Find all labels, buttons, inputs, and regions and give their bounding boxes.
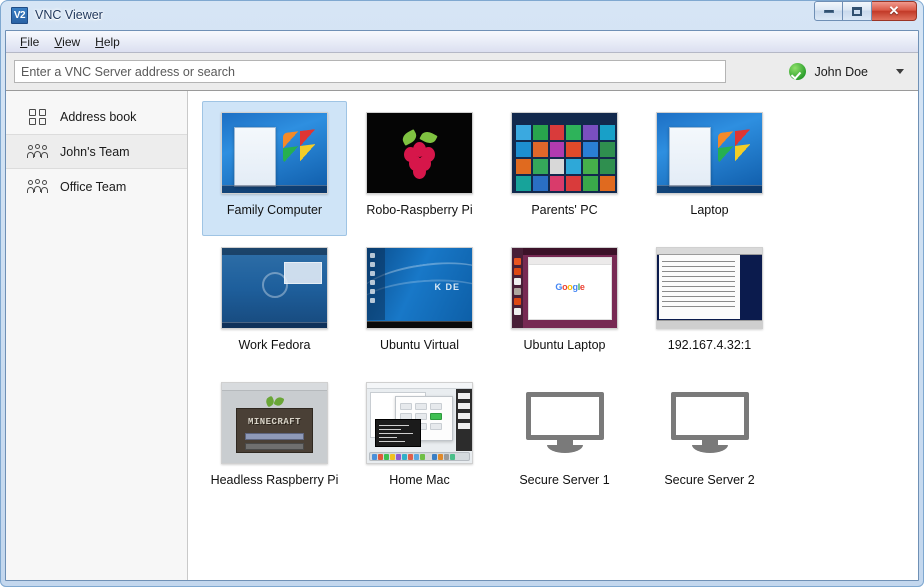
toolbar: John Doe [6, 53, 918, 91]
connection-tile[interactable]: Google Ubuntu Laptop [492, 236, 637, 371]
connection-label: Robo-Raspberry Pi [366, 203, 472, 218]
google-logo: Google [555, 282, 584, 292]
connection-label: Laptop [690, 203, 728, 218]
menu-file[interactable]: File [16, 33, 50, 51]
thumbnail-terminal [656, 247, 763, 329]
menu-view[interactable]: View [50, 33, 91, 51]
sidebar: Address book John's Team Office Team [6, 91, 188, 580]
connections-grid: Family Computer [202, 101, 918, 506]
connection-label: Headless Raspberry Pi [211, 473, 339, 488]
sidebar-item-label: Office Team [60, 180, 126, 194]
chevron-down-icon[interactable] [896, 69, 904, 74]
connected-check-icon [789, 63, 806, 80]
connection-tile[interactable]: 192.167.4.32:1 [637, 236, 782, 371]
window-controls: ✕ [814, 1, 917, 21]
connection-label: Work Fedora [238, 338, 310, 353]
kde-watermark: K DE [434, 282, 460, 292]
close-button[interactable]: ✕ [872, 1, 917, 21]
connections-area: Family Computer [188, 91, 918, 580]
thumbnail-windows7 [221, 112, 328, 194]
sidebar-item-office-team[interactable]: Office Team [6, 169, 187, 204]
thumbnail-placeholder [656, 382, 763, 464]
close-icon: ✕ [889, 3, 900, 19]
minimize-icon [824, 10, 834, 13]
maximize-button[interactable] [843, 1, 872, 21]
sidebar-item-label: Address book [60, 110, 136, 124]
connection-tile[interactable]: Laptop [637, 101, 782, 236]
thumbnail-placeholder [511, 382, 618, 464]
sidebar-item-address-book[interactable]: Address book [6, 99, 187, 134]
window-title: VNC Viewer [35, 8, 103, 22]
thumbnail-raspberrypi [366, 112, 473, 194]
connection-tile[interactable]: Parents' PC [492, 101, 637, 236]
thumbnail-windows7 [656, 112, 763, 194]
connection-label: Secure Server 2 [664, 473, 754, 488]
account-name: John Doe [814, 65, 868, 79]
connection-label: Home Mac [389, 473, 449, 488]
vnc-logo-icon: V2 [11, 7, 28, 24]
client-area: File View Help John Doe Address book [5, 30, 919, 581]
thumbnail-windows8 [511, 112, 618, 194]
monitor-icon [671, 392, 749, 454]
connection-tile[interactable]: K DE Ubuntu Virtual [347, 236, 492, 371]
connection-tile[interactable]: Work Fedora [202, 236, 347, 371]
connection-label: 192.167.4.32:1 [668, 338, 751, 353]
connection-tile[interactable]: Family Computer [202, 101, 347, 236]
vnc-viewer-window: V2 VNC Viewer ✕ File View Help J [0, 0, 924, 587]
thumbnail-kde: K DE [366, 247, 473, 329]
people-icon [28, 179, 48, 195]
monitor-icon [526, 392, 604, 454]
connection-tile[interactable]: Secure Server 1 [492, 371, 637, 506]
account-menu[interactable]: John Doe [789, 63, 910, 80]
connection-label: Ubuntu Virtual [380, 338, 459, 353]
minecraft-logo: MINECRAFT [248, 417, 301, 427]
connection-label: Secure Server 1 [519, 473, 609, 488]
menu-help[interactable]: Help [91, 33, 131, 51]
title-bar[interactable]: V2 VNC Viewer ✕ [5, 0, 919, 30]
maximize-icon [852, 7, 862, 16]
sidebar-item-johns-team[interactable]: John's Team [6, 134, 187, 169]
connection-label: Ubuntu Laptop [523, 338, 605, 353]
grid-icon [28, 109, 48, 125]
connection-tile[interactable]: Home Mac [347, 371, 492, 506]
menu-bar: File View Help [6, 31, 918, 53]
connection-tile[interactable]: Secure Server 2 [637, 371, 782, 506]
search-input[interactable] [14, 60, 726, 83]
minimize-button[interactable] [814, 1, 843, 21]
connection-tile[interactable]: MINECRAFT Headless Raspberry Pi [202, 371, 347, 506]
sidebar-item-label: John's Team [60, 145, 130, 159]
connection-label: Parents' PC [531, 203, 597, 218]
connection-tile[interactable]: Robo-Raspberry Pi [347, 101, 492, 236]
thumbnail-fedora [221, 247, 328, 329]
people-icon [28, 144, 48, 160]
thumbnail-ubuntu: Google [511, 247, 618, 329]
thumbnail-minecraft: MINECRAFT [221, 382, 328, 464]
connection-label: Family Computer [227, 203, 322, 218]
thumbnail-macos [366, 382, 473, 464]
body: Address book John's Team Office Team [6, 91, 918, 580]
